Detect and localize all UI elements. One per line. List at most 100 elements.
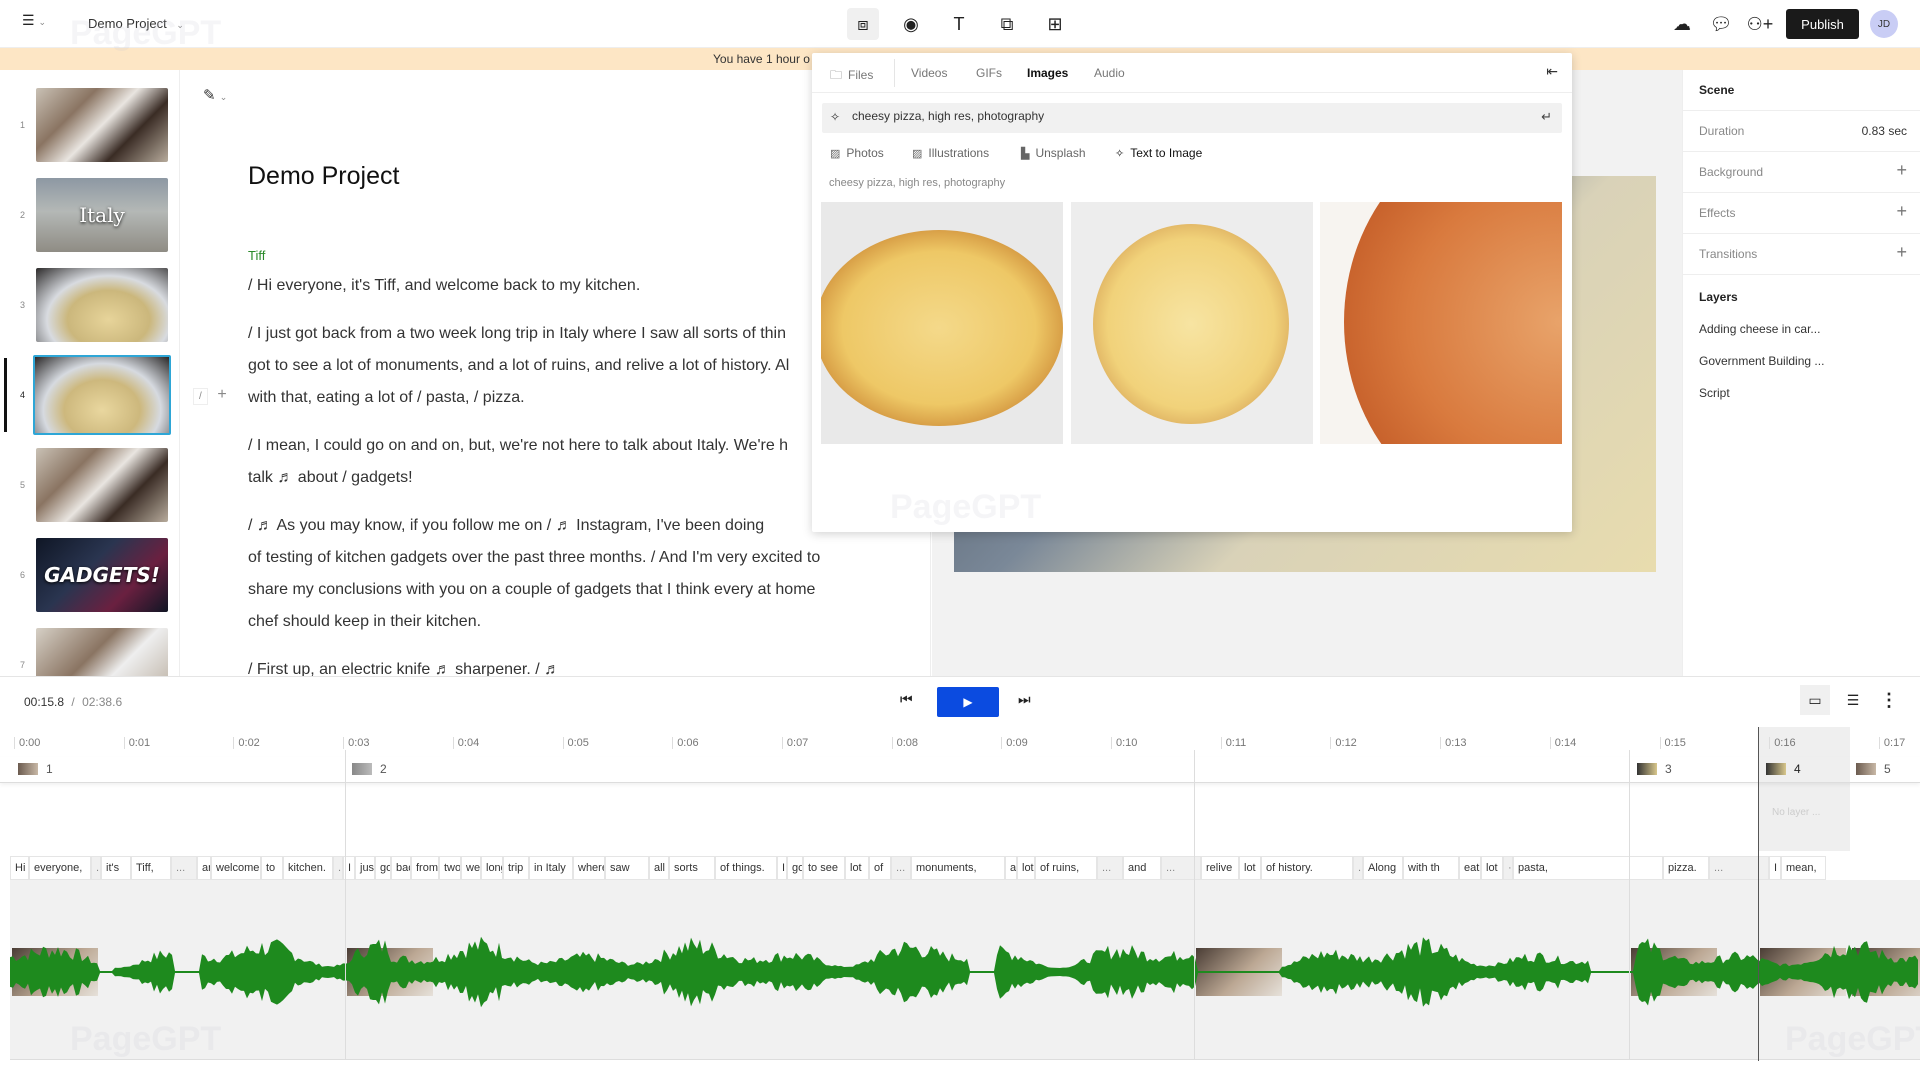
image-result[interactable] [1320, 202, 1562, 444]
word-chip[interactable]: · [1503, 856, 1513, 880]
word-chip[interactable]: Along [1363, 856, 1403, 880]
upload-cloud-button[interactable]: ☁ [1666, 8, 1698, 40]
word-chip[interactable]: I [1769, 856, 1781, 880]
tab-images[interactable]: Images [1027, 66, 1068, 80]
word-chip[interactable]: ar [1005, 856, 1017, 880]
tab-gifs[interactable]: GIFs [976, 66, 1002, 80]
previous-scene-button[interactable]: ⏮︎ [900, 691, 913, 708]
scene-item[interactable]: 3 [0, 268, 179, 346]
word-chip[interactable]: ... [1097, 856, 1123, 880]
script-paragraph[interactable]: / Hi everyone, it's Tiff, and welcome ba… [248, 270, 898, 302]
word-chip[interactable]: sorts [669, 856, 715, 880]
word-chip[interactable]: pasta, [1513, 856, 1663, 880]
document-title[interactable]: Demo Project [248, 162, 399, 191]
scene-marker[interactable]: 3 [1637, 762, 1672, 776]
media-library-button[interactable]: ⧈ [847, 8, 879, 40]
word-chip[interactable]: lot [845, 856, 869, 880]
comments-button[interactable]: 💬︎ [1705, 8, 1737, 40]
text-button[interactable]: T [943, 8, 975, 40]
image-search-input[interactable] [852, 109, 1522, 123]
word-chip[interactable]: just [355, 856, 375, 880]
background-row[interactable]: Background + [1683, 152, 1920, 193]
word-chip[interactable]: ... [171, 856, 197, 880]
word-chip[interactable]: got [787, 856, 803, 880]
word-chip[interactable]: long [481, 856, 503, 880]
word-chip[interactable]: of history. [1261, 856, 1353, 880]
image-result[interactable] [821, 202, 1063, 444]
word-chip[interactable]: trip [503, 856, 529, 880]
add-line-button[interactable]: + [217, 386, 226, 403]
audio-track[interactable] [10, 750, 1920, 1060]
duration-row[interactable]: Duration 0.83 sec [1683, 111, 1920, 152]
word-chip[interactable]: it's [101, 856, 131, 880]
word-chip[interactable]: monuments, [911, 856, 1005, 880]
layer-item[interactable]: Government Building ... [1699, 354, 1824, 368]
scene-item-active[interactable]: 4 [0, 355, 179, 436]
source-photos[interactable]: ▨ Photos [830, 146, 884, 160]
enter-icon[interactable]: ↵ [1541, 109, 1552, 125]
word-chip[interactable]: . [1353, 856, 1363, 880]
effects-row[interactable]: Effects + [1683, 193, 1920, 234]
word-chip[interactable]: everyone, [29, 856, 91, 880]
word-chip[interactable]: ... [1161, 856, 1201, 880]
layer-item[interactable]: Script [1699, 386, 1730, 400]
scene-item[interactable]: 6 GADGETS! [0, 538, 179, 616]
voice-style-button[interactable]: ✎ ⌄ [203, 86, 227, 104]
word-chip[interactable]: ... [891, 856, 911, 880]
word-chip[interactable]: of things. [715, 856, 777, 880]
main-menu-button[interactable]: ☰ ⌄ [22, 12, 46, 29]
script-paragraph[interactable]: / First up, an electric knife ♬ sharpene… [248, 654, 898, 676]
source-illustrations[interactable]: ▨ Illustrations [912, 146, 989, 160]
layer-item[interactable]: Adding cheese in car... [1699, 322, 1820, 336]
play-button[interactable]: ▶ [937, 687, 999, 717]
word-chip[interactable]: Hi [10, 856, 29, 880]
scene-marker[interactable]: 2 [352, 762, 387, 776]
more-options-button[interactable]: ⋮ [1874, 685, 1904, 715]
word-chip[interactable]: to [261, 856, 283, 880]
word-chip[interactable]: in Italy [529, 856, 573, 880]
word-chip[interactable]: go [375, 856, 391, 880]
scene-marker[interactable]: 5 [1856, 762, 1891, 776]
word-chip[interactable]: welcome [211, 856, 261, 880]
source-unsplash[interactable]: ▙ Unsplash [1021, 146, 1086, 160]
script-paragraph[interactable]: / ♬ As you may know, if you follow me on… [248, 510, 898, 638]
word-chip[interactable]: I [777, 856, 787, 880]
project-name-dropdown[interactable]: Demo Project ⌄ [88, 16, 184, 31]
word-chip[interactable]: with th [1403, 856, 1459, 880]
word-chip[interactable]: from [411, 856, 439, 880]
transitions-row[interactable]: Transitions + [1683, 234, 1920, 275]
word-chip[interactable]: . [333, 856, 343, 880]
word-chip[interactable]: of ruins, [1035, 856, 1097, 880]
word-chip[interactable]: ... [1709, 856, 1769, 880]
word-chip[interactable]: lot [1017, 856, 1035, 880]
word-chip[interactable]: all [649, 856, 669, 880]
scene-item[interactable]: 1 [0, 88, 179, 166]
tab-audio[interactable]: Audio [1094, 66, 1125, 80]
word-chip[interactable]: where [573, 856, 605, 880]
word-chip[interactable]: relive [1201, 856, 1239, 880]
add-background-button[interactable]: + [1896, 160, 1907, 181]
word-chip[interactable]: and [1123, 856, 1161, 880]
word-chip[interactable]: . [91, 856, 101, 880]
scene-item[interactable]: 7 [0, 628, 179, 676]
word-chip[interactable]: lot [1481, 856, 1503, 880]
collapse-panel-button[interactable]: ⇤ [1546, 63, 1558, 80]
slash-command-button[interactable]: / [193, 388, 208, 405]
word-chip[interactable]: saw [605, 856, 649, 880]
scene-item[interactable]: 2 Italy [0, 178, 179, 256]
word-chip[interactable]: pizza. [1663, 856, 1709, 880]
word-chip[interactable]: kitchen. [283, 856, 333, 880]
playhead[interactable] [1758, 727, 1759, 1061]
word-chip[interactable]: two [439, 856, 461, 880]
word-chip[interactable]: back [391, 856, 411, 880]
scene-marker-active[interactable]: 4 [1766, 762, 1801, 776]
script-paragraph[interactable]: / I mean, I could go on and on, but, we'… [248, 430, 898, 494]
duration-value[interactable]: 0.83 sec [1862, 124, 1907, 138]
publish-button[interactable]: Publish [1786, 9, 1859, 39]
script-paragraph[interactable]: / I just got back from a two week long t… [248, 318, 898, 414]
word-chip[interactable]: mean, [1781, 856, 1826, 880]
scene-item[interactable]: 5 [0, 448, 179, 526]
speaker-label[interactable]: Tiff [248, 248, 265, 263]
scene-view-button[interactable]: ▭ [1800, 685, 1830, 715]
source-text-to-image[interactable]: ✧ Text to Image [1115, 146, 1202, 160]
